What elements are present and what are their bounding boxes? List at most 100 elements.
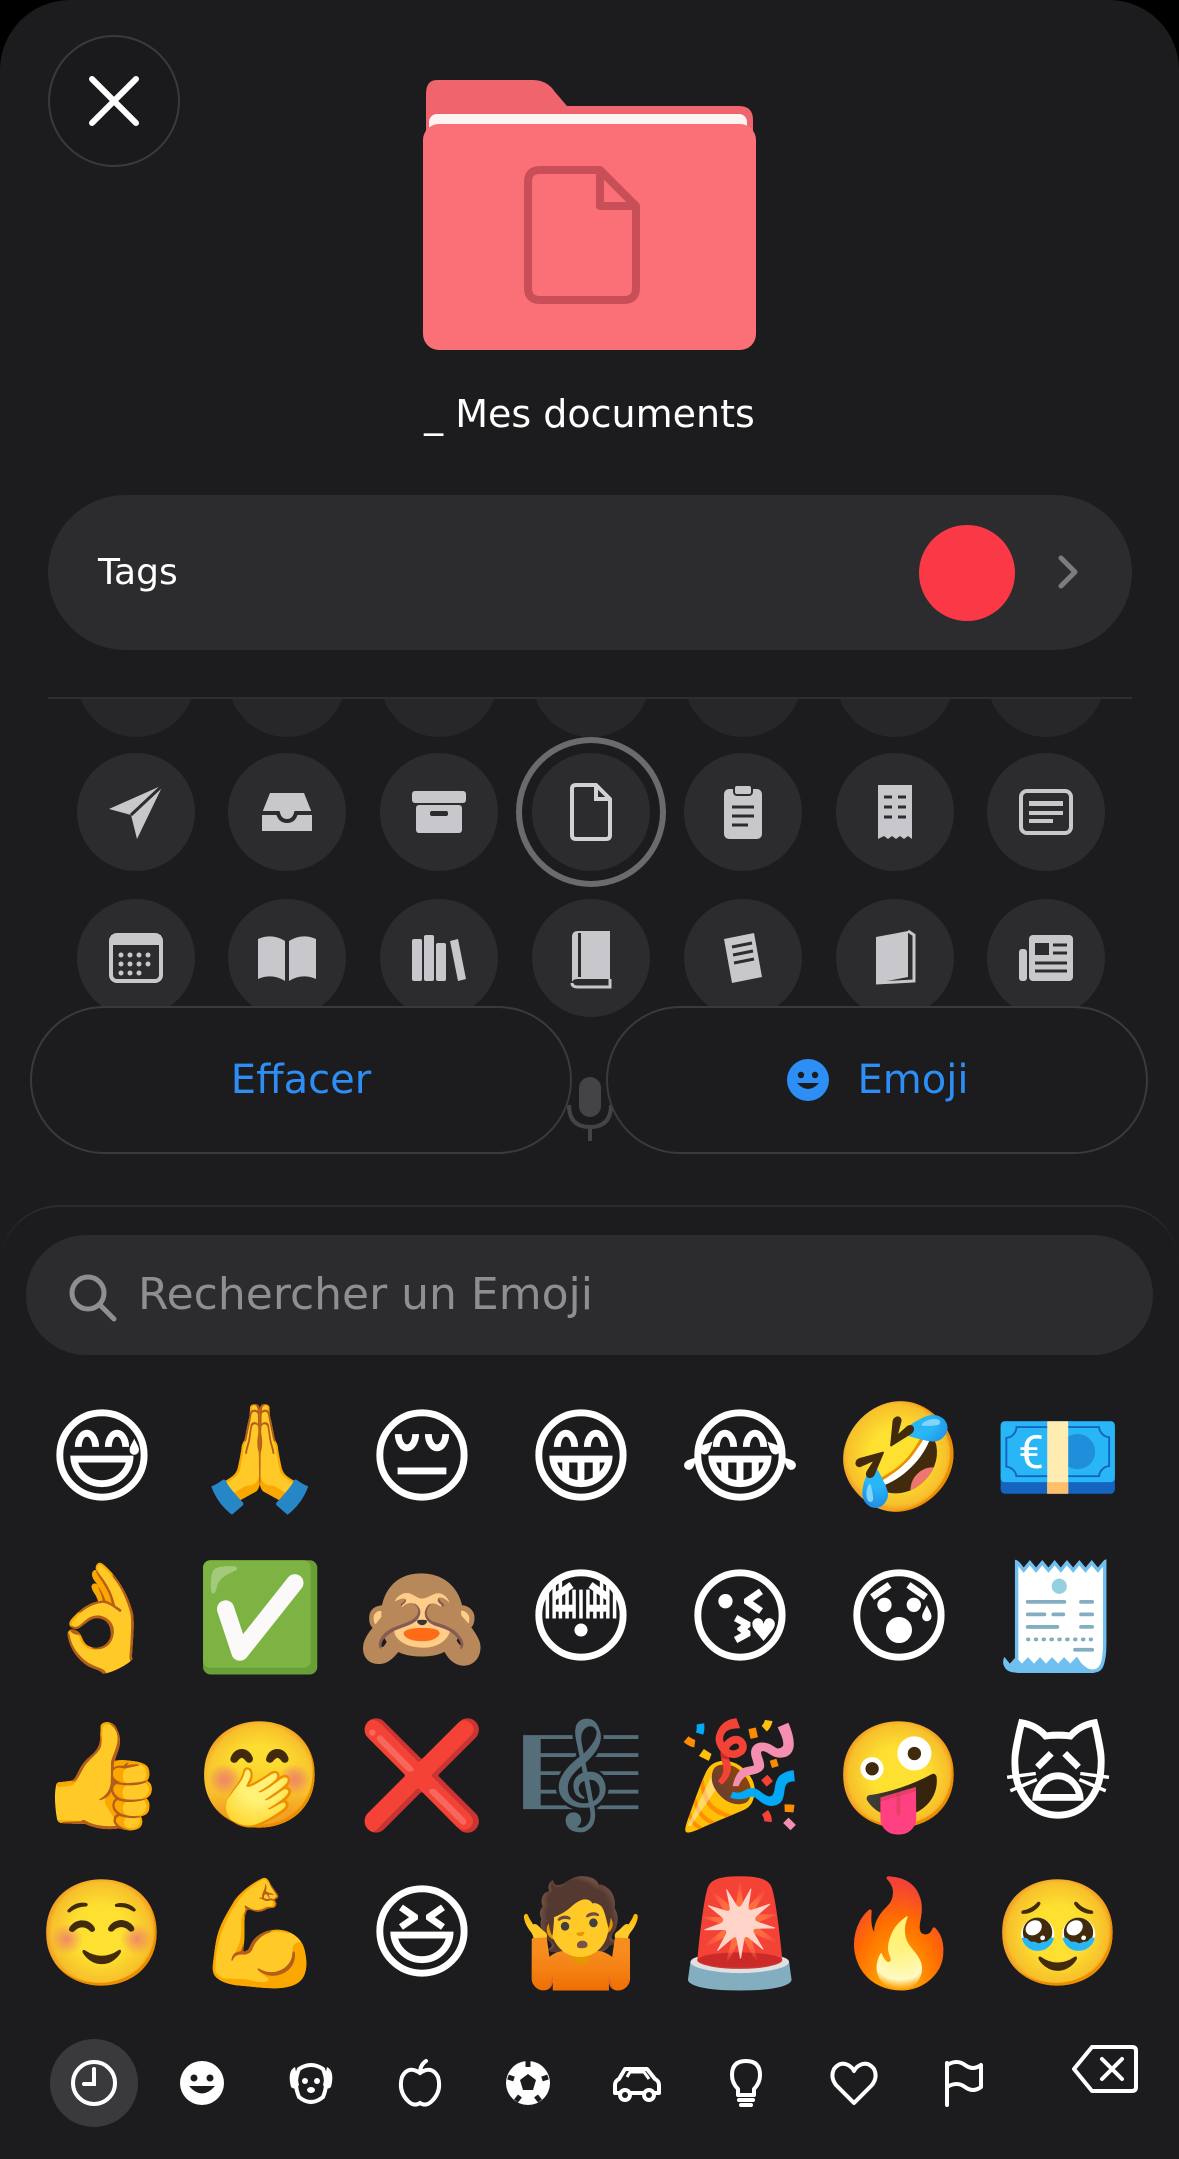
smiley-icon bbox=[180, 2061, 224, 2105]
chevron-right-icon bbox=[1058, 555, 1078, 589]
tags-label: Tags bbox=[98, 552, 178, 593]
emoji-key[interactable]: 😆 bbox=[352, 1863, 492, 2003]
icon-option-clipboard[interactable] bbox=[684, 753, 802, 871]
books-icon bbox=[412, 935, 466, 981]
emoji-label: Emoji bbox=[857, 1057, 969, 1103]
doc-stack-icon bbox=[724, 933, 762, 983]
folder-name[interactable]: _ Mes documents bbox=[0, 392, 1179, 436]
emoji-keyboard: Rechercher un Emoji 😅 🙏 😔 😁 😂 🤣 💶 👌 ✅ 🙈 … bbox=[0, 1205, 1179, 2159]
emoji-key[interactable]: 😅 bbox=[32, 1387, 172, 1527]
icon-option-doc[interactable] bbox=[532, 753, 650, 871]
icon-option-calendar[interactable] bbox=[77, 899, 195, 1017]
emoji-key[interactable]: 🙀 bbox=[988, 1705, 1128, 1845]
icon-option-paperplane[interactable] bbox=[77, 753, 195, 871]
archivebox-icon bbox=[412, 791, 466, 833]
car-icon bbox=[613, 2067, 661, 2102]
icon-option[interactable] bbox=[684, 699, 802, 737]
emoji-key[interactable]: 💶 bbox=[988, 1387, 1128, 1527]
emoji-key[interactable]: 🤷 bbox=[511, 1863, 651, 2003]
dog-icon bbox=[289, 2063, 333, 2104]
icon-option[interactable] bbox=[380, 699, 498, 737]
smiley-icon bbox=[786, 1059, 829, 1101]
clear-button[interactable]: Effacer bbox=[30, 1006, 572, 1154]
category-food[interactable] bbox=[376, 2039, 464, 2127]
magazine-icon bbox=[875, 929, 916, 985]
emoji-key[interactable]: 🚨 bbox=[670, 1863, 810, 2003]
book-open-icon bbox=[258, 936, 316, 981]
emoji-key[interactable]: 🔥 bbox=[829, 1863, 969, 2003]
category-smileys[interactable] bbox=[158, 2039, 246, 2127]
icon-option[interactable] bbox=[228, 699, 346, 737]
emoji-key[interactable]: 🎼 bbox=[511, 1705, 651, 1845]
lightbulb-icon bbox=[730, 2059, 762, 2107]
category-objects[interactable] bbox=[702, 2039, 790, 2127]
flag-icon bbox=[945, 2060, 983, 2107]
paperplane-icon bbox=[109, 783, 165, 839]
emoji-key[interactable]: 😳 bbox=[511, 1547, 651, 1687]
emoji-key[interactable]: 🙏 bbox=[190, 1387, 330, 1527]
category-recent[interactable] bbox=[50, 2039, 138, 2127]
emoji-key[interactable]: ❌ bbox=[352, 1705, 492, 1845]
emoji-key[interactable]: 🤪 bbox=[829, 1705, 969, 1845]
calendar-icon bbox=[109, 933, 163, 983]
emoji-key[interactable]: 🧾 bbox=[988, 1547, 1128, 1687]
icon-option-archivebox[interactable] bbox=[380, 753, 498, 871]
emoji-button[interactable]: Emoji bbox=[606, 1006, 1148, 1154]
icon-option-book-open[interactable] bbox=[228, 899, 346, 1017]
heart-icon bbox=[830, 2061, 878, 2105]
category-activity[interactable] bbox=[484, 2039, 572, 2127]
tag-color-dot bbox=[919, 525, 1015, 621]
emoji-key[interactable]: 😂 bbox=[670, 1387, 810, 1527]
icon-option[interactable] bbox=[987, 699, 1105, 737]
emoji-key[interactable]: 💪 bbox=[190, 1863, 330, 2003]
book-closed-icon bbox=[570, 931, 612, 989]
emoji-search-field[interactable]: Rechercher un Emoji bbox=[26, 1235, 1153, 1355]
apple-icon bbox=[398, 2059, 442, 2107]
icon-picker-grid bbox=[0, 699, 1179, 1019]
emoji-key[interactable]: 🤭 bbox=[190, 1705, 330, 1845]
emoji-key[interactable]: 🙈 bbox=[352, 1547, 492, 1687]
close-button[interactable] bbox=[48, 35, 180, 167]
icon-option-doc-stack[interactable] bbox=[684, 899, 802, 1017]
icon-option[interactable] bbox=[836, 699, 954, 737]
clock-icon bbox=[71, 2060, 117, 2106]
folder-icon bbox=[423, 80, 756, 350]
soccer-icon bbox=[506, 2061, 550, 2105]
sheet: _ Mes documents Tags Effacer Emoji Reche… bbox=[0, 0, 1179, 2159]
icon-option-newspaper[interactable] bbox=[987, 753, 1105, 871]
newspaper-icon bbox=[1019, 789, 1073, 835]
category-animals[interactable] bbox=[267, 2039, 355, 2127]
emoji-key[interactable]: 😁 bbox=[511, 1387, 651, 1527]
emoji-grid: 😅 🙏 😔 😁 😂 🤣 💶 👌 ✅ 🙈 😳 😘 😰 🧾 👍 🤭 ❌ 🎼 🎉 🤪 … bbox=[0, 1387, 1179, 2027]
emoji-key[interactable]: 😰 bbox=[829, 1547, 969, 1687]
category-travel[interactable] bbox=[593, 2039, 681, 2127]
doc-icon bbox=[570, 783, 612, 841]
emoji-key[interactable]: ✅ bbox=[190, 1547, 330, 1687]
emoji-key[interactable]: ☺️ bbox=[32, 1863, 172, 2003]
icon-option-book-closed[interactable] bbox=[532, 899, 650, 1017]
emoji-key[interactable]: 😘 bbox=[670, 1547, 810, 1687]
emoji-key[interactable]: 🎉 bbox=[670, 1705, 810, 1845]
emoji-key[interactable]: 😔 bbox=[352, 1387, 492, 1527]
icon-option-news[interactable] bbox=[987, 899, 1105, 1017]
emoji-search-placeholder: Rechercher un Emoji bbox=[138, 1269, 593, 1320]
tags-row[interactable]: Tags bbox=[48, 495, 1132, 650]
close-icon bbox=[89, 76, 139, 126]
emoji-key[interactable]: 🤣 bbox=[829, 1387, 969, 1527]
backspace-icon[interactable] bbox=[1070, 2043, 1140, 2095]
clipboard-icon bbox=[724, 784, 762, 839]
icon-option[interactable] bbox=[77, 699, 195, 737]
category-flags[interactable] bbox=[919, 2039, 1007, 2127]
icon-option-receipt[interactable] bbox=[836, 753, 954, 871]
emoji-key[interactable]: 👍 bbox=[32, 1705, 172, 1845]
news-icon bbox=[1019, 935, 1073, 981]
emoji-category-bar bbox=[0, 2023, 1179, 2143]
icon-option-magazine[interactable] bbox=[836, 899, 954, 1017]
emoji-key[interactable]: 🥹 bbox=[988, 1863, 1128, 2003]
category-symbols[interactable] bbox=[810, 2039, 898, 2127]
emoji-key[interactable]: 👌 bbox=[32, 1547, 172, 1687]
icon-option[interactable] bbox=[532, 699, 650, 737]
tray-icon bbox=[262, 793, 312, 831]
icon-option-books[interactable] bbox=[380, 899, 498, 1017]
icon-option-tray[interactable] bbox=[228, 753, 346, 871]
